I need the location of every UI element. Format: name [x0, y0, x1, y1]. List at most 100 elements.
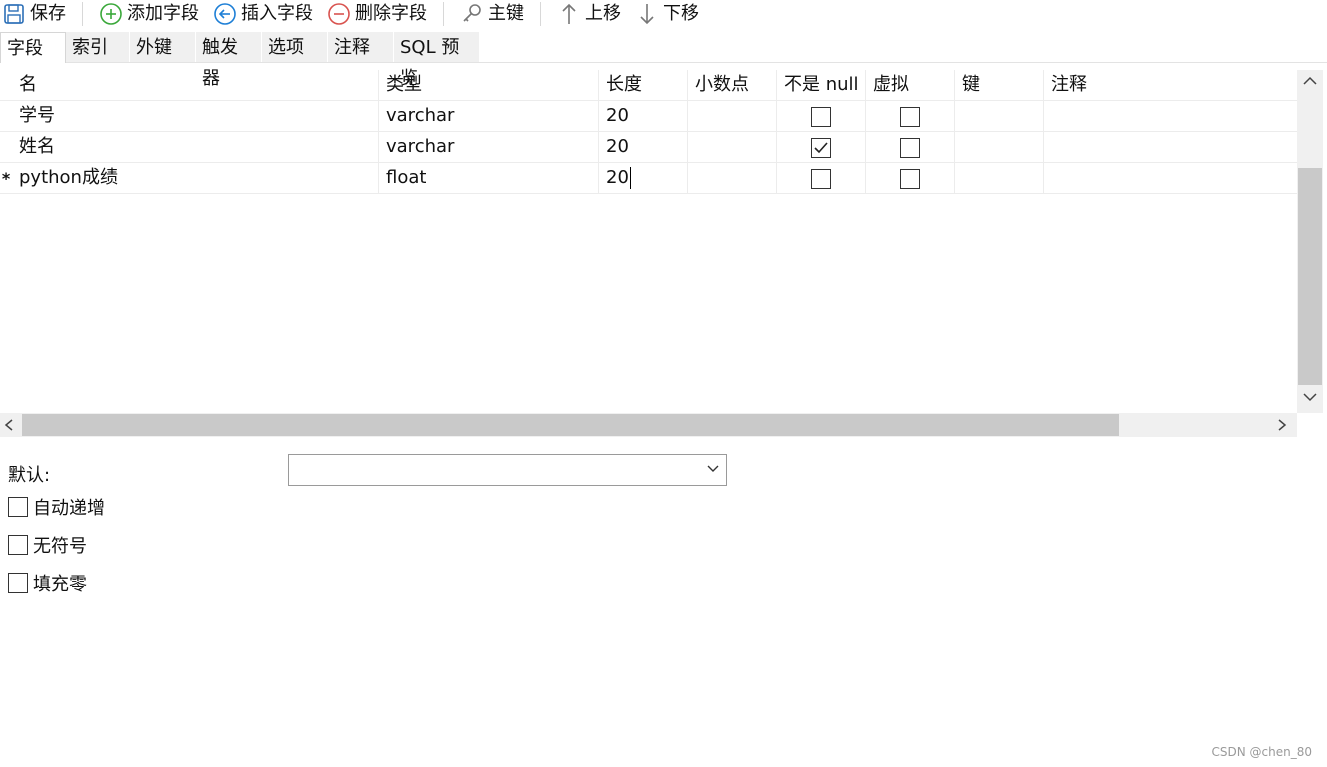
add-field-label: 添加字段 — [127, 3, 199, 24]
primary-key-label: 主键 — [488, 3, 524, 24]
auto-increment-checkbox[interactable] — [8, 497, 28, 517]
virtual-cell — [866, 132, 955, 163]
insert-arrow-icon — [214, 3, 236, 25]
field-length-cell[interactable]: 20 — [599, 132, 688, 163]
virtual-cell — [866, 101, 955, 132]
tab-triggers[interactable]: 触发器 — [196, 32, 262, 89]
field-length-value: 20 — [606, 167, 629, 188]
primary-key-button[interactable]: 主键 — [458, 1, 526, 27]
field-name-cell[interactable]: python成绩 — [12, 163, 379, 194]
move-down-label: 下移 — [663, 3, 699, 24]
move-up-button[interactable]: 上移 — [555, 1, 623, 27]
not-null-checkbox[interactable] — [811, 169, 831, 189]
not-null-cell — [777, 132, 866, 163]
toolbar-divider — [443, 2, 444, 26]
default-select[interactable] — [288, 454, 727, 486]
column-header-type[interactable]: 类型 — [379, 70, 599, 101]
move-down-button[interactable]: 下移 — [633, 1, 701, 27]
zerofill-option[interactable]: 填充零 — [8, 570, 87, 596]
insert-field-label: 插入字段 — [241, 3, 313, 24]
column-header-key[interactable]: 键 — [955, 70, 1044, 101]
horizontal-scrollbar[interactable] — [0, 413, 1297, 437]
add-circle-icon — [100, 3, 122, 25]
text-cursor — [629, 167, 631, 189]
save-icon — [4, 4, 24, 24]
chevron-down-icon — [707, 465, 719, 472]
virtual-cell — [866, 163, 955, 194]
virtual-checkbox[interactable] — [900, 107, 920, 127]
arrow-down-icon — [640, 4, 654, 25]
checkmark-icon — [814, 142, 828, 154]
auto-increment-option[interactable]: 自动递增 — [8, 494, 105, 520]
virtual-checkbox[interactable] — [900, 138, 920, 158]
unsigned-checkbox[interactable] — [8, 535, 28, 555]
field-comment-cell[interactable] — [1044, 163, 1297, 194]
virtual-checkbox[interactable] — [900, 169, 920, 189]
scroll-right-icon[interactable] — [1277, 419, 1287, 431]
field-decimals-cell[interactable] — [688, 101, 777, 132]
vertical-scrollbar[interactable] — [1297, 70, 1323, 413]
tab-sql-preview[interactable]: SQL 预览 — [394, 32, 480, 89]
not-null-checkbox[interactable] — [811, 107, 831, 127]
save-label: 保存 — [30, 3, 66, 24]
field-key-cell[interactable] — [955, 132, 1044, 163]
scroll-left-icon[interactable] — [4, 419, 14, 431]
insert-field-button[interactable]: 插入字段 — [211, 1, 315, 27]
field-name-cell[interactable]: 姓名 — [12, 132, 379, 163]
field-properties-panel: 默认: 自动递增 无符号 填充零 CSDN @chen_80 — [0, 443, 1327, 767]
zerofill-checkbox[interactable] — [8, 573, 28, 593]
toolbar-divider — [82, 2, 83, 26]
key-icon — [463, 4, 481, 22]
column-header-not-null[interactable]: 不是 null — [777, 70, 866, 101]
tab-bar: 字段 索引 外键 触发器 选项 注释 SQL 预览 — [0, 32, 480, 89]
tab-indexes[interactable]: 索引 — [66, 32, 130, 63]
column-header-decimals[interactable]: 小数点 — [688, 70, 777, 101]
tab-divider — [66, 62, 1327, 63]
toolbar-divider — [540, 2, 541, 26]
tab-foreign-keys[interactable]: 外键 — [130, 32, 196, 63]
column-header-length[interactable]: 长度 — [599, 70, 688, 101]
field-type-cell[interactable]: float — [379, 163, 599, 194]
scroll-up-icon[interactable] — [1297, 74, 1323, 90]
field-key-cell[interactable] — [955, 163, 1044, 194]
remove-circle-icon — [328, 3, 350, 25]
tab-options[interactable]: 选项 — [262, 32, 328, 63]
field-type-cell[interactable]: varchar — [379, 132, 599, 163]
unsigned-option[interactable]: 无符号 — [8, 532, 87, 558]
row-marker — [0, 101, 12, 132]
table-row[interactable]: 学号 varchar 20 — [0, 101, 1297, 132]
fields-grid: 名 类型 长度 小数点 不是 null 虚拟 键 注释 学号 varchar 2… — [0, 70, 1297, 413]
tab-fields[interactable]: 字段 — [0, 32, 66, 63]
horizontal-scroll-thumb[interactable] — [22, 414, 1119, 436]
tab-comment[interactable]: 注释 — [328, 32, 394, 63]
table-row[interactable]: * python成绩 float 20 — [0, 163, 1297, 194]
column-header-name[interactable]: 名 — [12, 70, 379, 101]
row-marker — [0, 132, 12, 163]
toolbar: 保存 添加字段 插入字段 删除字段 主键 上移 下移 — [0, 0, 1327, 28]
save-button[interactable]: 保存 — [0, 1, 68, 27]
not-null-checkbox[interactable] — [811, 138, 831, 158]
zerofill-label: 填充零 — [33, 574, 87, 595]
field-decimals-cell[interactable] — [688, 163, 777, 194]
grid-header: 名 类型 长度 小数点 不是 null 虚拟 键 注释 — [0, 70, 1297, 101]
field-comment-cell[interactable] — [1044, 132, 1297, 163]
scroll-down-icon[interactable] — [1297, 390, 1323, 406]
column-header-virtual[interactable]: 虚拟 — [866, 70, 955, 101]
field-decimals-cell[interactable] — [688, 132, 777, 163]
add-field-button[interactable]: 添加字段 — [97, 1, 201, 27]
row-marker: * — [1, 169, 11, 188]
vertical-scroll-thumb[interactable] — [1298, 168, 1322, 385]
unsigned-label: 无符号 — [33, 536, 87, 557]
field-length-editor[interactable]: 20 — [599, 163, 688, 194]
move-up-label: 上移 — [585, 3, 621, 24]
field-name-cell[interactable]: 学号 — [12, 101, 379, 132]
column-header-comment[interactable]: 注释 — [1044, 70, 1297, 101]
table-row[interactable]: 姓名 varchar 20 — [0, 132, 1297, 163]
field-type-cell[interactable]: varchar — [379, 101, 599, 132]
field-length-cell[interactable]: 20 — [599, 101, 688, 132]
watermark: CSDN @chen_80 — [1211, 745, 1313, 759]
field-comment-cell[interactable] — [1044, 101, 1297, 132]
field-key-cell[interactable] — [955, 101, 1044, 132]
delete-field-button[interactable]: 删除字段 — [325, 1, 429, 27]
not-null-cell — [777, 163, 866, 194]
